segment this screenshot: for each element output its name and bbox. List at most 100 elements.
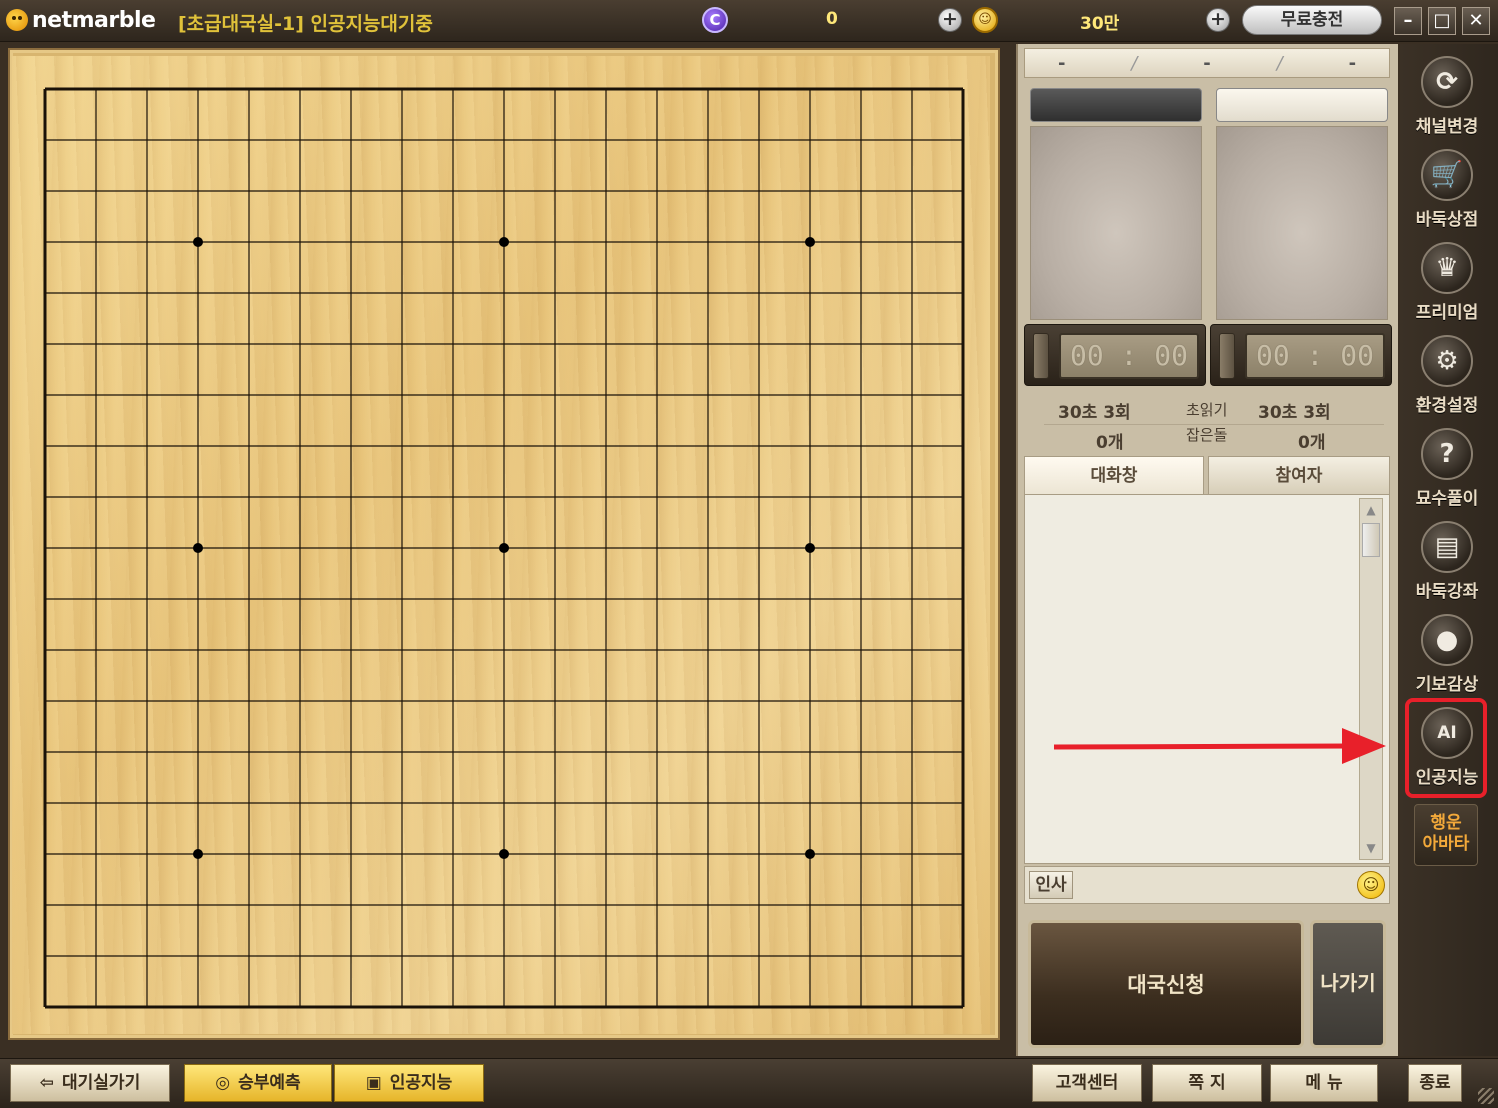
menu-button[interactable]: 메 뉴	[1270, 1064, 1378, 1102]
sidebar-item-problems[interactable]: ? 묘수풀이	[1404, 428, 1490, 520]
timer-knob	[1219, 333, 1235, 379]
score-separator: /	[1276, 52, 1283, 74]
sidebar-item-label: 바둑상점	[1415, 210, 1479, 230]
star-point	[805, 237, 815, 247]
timer-display: 00 : 00	[1245, 333, 1385, 379]
lucky-avatar-button[interactable]: 행운 아바타	[1414, 804, 1478, 866]
gear-icon: ⚙	[1421, 335, 1473, 387]
title-bar: netmarble [초급대국실-1] 인공지능대기중 C 0 + ☺ 30만 …	[0, 0, 1498, 42]
premium-icon: ♛	[1421, 242, 1473, 294]
tv-icon: ▣	[365, 1073, 382, 1093]
greet-button[interactable]: 인사	[1029, 871, 1073, 899]
back-arrow-icon: ⇦	[39, 1073, 55, 1093]
sidebar-item-premium[interactable]: ♛ 프리미엄	[1404, 242, 1490, 334]
room-title: [초급대국실-1] 인공지능대기중	[178, 13, 433, 35]
netmarble-logo: netmarble	[6, 6, 156, 34]
coin-stack-icon: ◎	[215, 1073, 231, 1093]
waiting-room-label: 대기실가기	[62, 1073, 141, 1093]
exit-room-button[interactable]: 나가기	[1310, 920, 1386, 1048]
star-point	[193, 849, 203, 859]
annotation-arrow-line	[1053, 743, 1355, 750]
sidebar-item-label: 프리미엄	[1415, 303, 1479, 323]
white-player-timer: 00 : 00	[1210, 324, 1392, 386]
lucky-avatar-label-1: 행운	[1430, 813, 1462, 833]
chat-scrollbar[interactable]: ▲ ▼	[1359, 498, 1383, 860]
book-icon: ▤	[1421, 521, 1473, 573]
free-charge-button[interactable]: 무료충전	[1242, 5, 1382, 35]
annotation-arrow-head	[1342, 728, 1386, 764]
star-point	[805, 543, 815, 553]
star-point	[193, 543, 203, 553]
gold-coin-icon: ☺	[972, 7, 998, 33]
black-player-timer: 00 : 00	[1024, 324, 1206, 386]
refresh-icon: ⟳	[1421, 56, 1473, 108]
sidebar-item-label: 바둑강좌	[1415, 582, 1479, 602]
mascot-icon	[6, 9, 28, 31]
sidebar-item-game-records[interactable]: ● 기보감상	[1404, 614, 1490, 706]
timer-knob	[1033, 333, 1049, 379]
chat-input-row: 인사 ☺	[1024, 866, 1390, 904]
star-point	[499, 849, 509, 859]
black-player-avatar	[1030, 126, 1202, 320]
sidebar-item-settings[interactable]: ⚙ 환경설정	[1404, 335, 1490, 427]
byoyomi-label: 초읽기	[1186, 401, 1228, 419]
close-button[interactable]: ✕	[1462, 7, 1490, 35]
tab-participants[interactable]: 참여자	[1208, 456, 1390, 494]
star-point	[805, 849, 815, 859]
scroll-up-icon[interactable]: ▲	[1360, 499, 1382, 521]
sidebar-item-label: 묘수풀이	[1415, 489, 1479, 509]
prediction-label: 승부예측	[238, 1073, 301, 1093]
board-grid[interactable]	[12, 56, 990, 1034]
chat-input[interactable]	[1077, 871, 1349, 899]
white-player-avatar	[1216, 126, 1388, 320]
score-middle: -	[1203, 52, 1211, 74]
minimize-button[interactable]: –	[1394, 7, 1422, 35]
score-row: - / - / -	[1024, 48, 1390, 78]
customer-center-button[interactable]: 고객센터	[1032, 1064, 1142, 1102]
request-game-button[interactable]: 대국신청	[1028, 920, 1304, 1048]
quit-button[interactable]: 종료	[1408, 1064, 1462, 1102]
score-left: -	[1057, 52, 1066, 74]
gold-balance: 30만	[1080, 14, 1120, 34]
scroll-down-icon[interactable]: ▼	[1360, 837, 1382, 859]
captured-label: 잡은돌	[1186, 426, 1228, 444]
sidebar-item-label: 채널변경	[1415, 117, 1479, 137]
star-point	[499, 237, 509, 247]
resize-grip[interactable]	[1478, 1088, 1494, 1104]
black-player-name-bar	[1030, 88, 1202, 122]
star-point	[193, 237, 203, 247]
lucky-avatar-label-2: 아바타	[1422, 834, 1470, 854]
tab-chat[interactable]: 대화창	[1024, 456, 1204, 494]
go-board[interactable]	[12, 56, 990, 1034]
waiting-room-button[interactable]: ⇦ 대기실가기	[10, 1064, 170, 1102]
add-c-coin-button[interactable]: +	[938, 8, 962, 32]
prediction-button[interactable]: ◎ 승부예측	[184, 1064, 332, 1102]
sidebar-item-shop[interactable]: 🛒 바둑상점	[1404, 149, 1490, 241]
black-byoyomi: 30초 3회	[1058, 403, 1131, 423]
c-coin-icon: C	[702, 7, 728, 33]
ai-tv-label: 인공지능	[389, 1073, 453, 1093]
white-captured: 0개	[1298, 433, 1326, 453]
stones-icon: ●	[1421, 614, 1473, 666]
ai-tv-button[interactable]: ▣ 인공지능	[334, 1064, 484, 1102]
ai-highlight-box	[1405, 698, 1487, 798]
white-byoyomi: 30초 3회	[1258, 403, 1331, 423]
black-captured: 0개	[1096, 433, 1124, 453]
score-separator: /	[1131, 52, 1138, 74]
maximize-button[interactable]: □	[1428, 7, 1456, 35]
emoji-icon[interactable]: ☺	[1357, 871, 1385, 899]
star-point	[499, 543, 509, 553]
brand-name: netmarble	[32, 7, 156, 33]
sidebar-item-lessons[interactable]: ▤ 바둑강좌	[1404, 521, 1490, 613]
sidebar-item-channel[interactable]: ⟳ 채널변경	[1404, 56, 1490, 148]
timer-display: 00 : 00	[1059, 333, 1199, 379]
add-gold-button[interactable]: +	[1206, 8, 1230, 32]
sidebar-item-label: 기보감상	[1415, 675, 1479, 695]
sidebar-item-label: 환경설정	[1415, 396, 1479, 416]
c-balance: 0	[826, 9, 838, 29]
question-icon: ?	[1421, 428, 1473, 480]
chat-log[interactable]	[1024, 494, 1390, 864]
white-player-name-bar	[1216, 88, 1388, 122]
memo-button[interactable]: 쪽 지	[1152, 1064, 1262, 1102]
scroll-thumb[interactable]	[1362, 523, 1380, 557]
